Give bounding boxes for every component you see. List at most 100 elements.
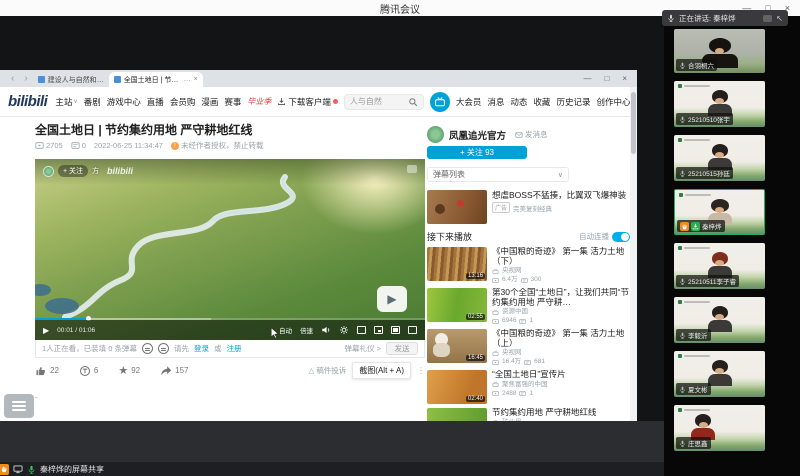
- link-history[interactable]: 历史记录: [556, 96, 590, 108]
- login-link[interactable]: 登录: [194, 343, 209, 354]
- notification-dot: [333, 99, 338, 104]
- nav-game-center[interactable]: 游戏中心: [107, 96, 141, 108]
- browser-close-button[interactable]: ×: [622, 74, 627, 83]
- participant-name: 庄思鑫: [688, 438, 708, 448]
- like-button[interactable]: 22: [35, 365, 59, 377]
- ad-desc: 完美复刻经典: [513, 203, 552, 213]
- video-thumbnail[interactable]: [427, 408, 487, 421]
- more-menu-icon[interactable]: ⋮: [417, 366, 425, 375]
- watching-status: 1人正在看，已装填 0 条弹幕: [42, 343, 137, 354]
- link-favorites[interactable]: 收藏: [533, 96, 550, 108]
- browser-back-icon[interactable]: ‹: [6, 73, 19, 84]
- danmaku-style-icon[interactable]: [142, 343, 153, 354]
- video-thumbnail[interactable]: 16:45: [427, 329, 487, 363]
- participant-tile[interactable]: 夏文彬: [674, 351, 765, 397]
- nav-shop[interactable]: 会员购: [170, 96, 196, 108]
- search-input[interactable]: 人与自然: [344, 94, 424, 110]
- link-creator-center[interactable]: 创作中心: [596, 96, 630, 108]
- web-fullscreen-icon[interactable]: [391, 326, 400, 334]
- related-video-item[interactable]: 13:16 《中国粮的奇迹》 第一集 活力土地（下） 央视网 6.4万 300: [427, 247, 630, 284]
- nav-comic[interactable]: 漫画: [201, 96, 218, 108]
- mic-muted-icon: [679, 116, 686, 123]
- browser-tab-2-active[interactable]: 全国土地日 | 节约集约… … ×: [109, 72, 203, 87]
- big-play-button[interactable]: ▶: [377, 286, 407, 312]
- link-vip[interactable]: 大会员: [456, 96, 482, 108]
- nav-esports[interactable]: 赛事: [224, 96, 241, 108]
- page-scrollbar[interactable]: [630, 87, 637, 421]
- bilibili-logo[interactable]: bilibili: [8, 93, 47, 110]
- tab-close-icon[interactable]: ×: [194, 76, 198, 83]
- related-video-item[interactable]: 02:40 “全国土地日”宣传片 聚焦富强的中国 2488 1: [427, 370, 630, 404]
- danmaku-list-float-button[interactable]: [4, 394, 34, 418]
- nav-main[interactable]: 主站∨: [55, 96, 77, 108]
- stage-bottom-band: 秦梓烨的屏幕共享: [0, 421, 664, 476]
- link-messages[interactable]: 消息: [487, 96, 504, 108]
- speed-button[interactable]: 倍速: [300, 325, 313, 335]
- browser-minimize-button[interactable]: —: [583, 74, 591, 83]
- uploader-avatar[interactable]: [427, 126, 444, 143]
- autoplay-toggle[interactable]: [612, 232, 630, 242]
- share-icon: [160, 365, 172, 377]
- video-thumbnail[interactable]: 02:55: [427, 288, 487, 322]
- browser-restore-button[interactable]: □: [604, 74, 609, 83]
- participant-tile[interactable]: 25210510张宇: [674, 81, 765, 127]
- danmaku-font-icon[interactable]: [158, 343, 169, 354]
- danmaku-settings-icon[interactable]: [339, 325, 349, 335]
- browser-tab-1[interactable]: 建设人与自然和谐共生的现代化: [33, 72, 109, 87]
- participant-tile-speaking[interactable]: 秦梓烨: [674, 189, 765, 235]
- player-corner-icon[interactable]: [407, 165, 417, 173]
- participant-tile[interactable]: 合羽桐六: [674, 29, 765, 73]
- browser-forward-icon[interactable]: ›: [19, 73, 32, 84]
- favorite-button[interactable]: ★ 92: [118, 366, 140, 375]
- screenshot-tooltip[interactable]: 截图(Alt + A): [352, 362, 411, 379]
- related-video-item[interactable]: 16:45 《中国粮的奇迹》 第一集 活力土地（上） 央视网 16.4万 681: [427, 329, 630, 366]
- uploader-name[interactable]: 凤凰追光官方: [449, 128, 506, 142]
- nav-live[interactable]: 直播: [147, 96, 164, 108]
- send-message-link[interactable]: 发消息: [515, 129, 548, 140]
- send-danmaku-button[interactable]: 发送: [386, 342, 418, 355]
- user-avatar[interactable]: [430, 92, 450, 112]
- uploader-name-fragment: 方: [92, 166, 99, 176]
- danmaku-count-icon: [519, 318, 526, 325]
- uploader-avatar[interactable]: [43, 166, 54, 177]
- participant-name: 夏文彬: [688, 384, 708, 394]
- tab-more-icon[interactable]: …: [184, 76, 191, 83]
- promo-badge[interactable]: 毕业季: [247, 96, 271, 107]
- participant-tile[interactable]: 25210511李子睿: [674, 243, 765, 289]
- scrollbar-thumb[interactable]: [631, 92, 636, 154]
- link-feed[interactable]: 动态: [510, 96, 527, 108]
- widescreen-icon[interactable]: [374, 326, 383, 334]
- participant-tile[interactable]: 李毅沂: [674, 297, 765, 343]
- player-top-overlay: + 关注 方 bilibili: [43, 165, 133, 177]
- virtual-background-logo: [678, 408, 710, 412]
- share-button[interactable]: 157: [160, 365, 188, 377]
- danmaku-list-panel[interactable]: 弹幕列表 ∨: [427, 167, 569, 182]
- report-link[interactable]: △ 稿件投诉: [309, 365, 347, 376]
- register-link[interactable]: 注册: [227, 343, 242, 354]
- video-main-column: 全国土地日 | 节约集约用地 严守耕地红线 2705 0 2022-06-25 …: [35, 123, 425, 402]
- play-button[interactable]: ▶: [43, 326, 49, 335]
- ad-item[interactable]: 想虐BOSS不猛揍，比翼双飞爆神装 广告 完美复刻经典: [427, 190, 630, 224]
- related-video-item[interactable]: 节约集约用地 严守耕地红线 矿业界: [427, 408, 630, 421]
- collapse-sidebar-icon[interactable]: ↖: [776, 14, 783, 23]
- screen-share-icon: [13, 464, 23, 474]
- participant-name: 25210510张宇: [688, 114, 730, 124]
- video-player[interactable]: + 关注 方 bilibili ▶ ▶ 00: [35, 159, 425, 340]
- participant-tile[interactable]: 庄思鑫: [674, 405, 765, 451]
- video-thumbnail[interactable]: 13:16: [427, 247, 487, 281]
- pip-icon[interactable]: [357, 326, 366, 334]
- fullscreen-icon[interactable]: [408, 326, 417, 334]
- danmaku-etiquette-link[interactable]: 弹幕礼仪 >: [345, 343, 381, 354]
- participant-tile[interactable]: 25210515孙廷: [674, 135, 765, 181]
- follow-button[interactable]: + 关注 93: [427, 146, 527, 159]
- nav-anime[interactable]: 番剧: [84, 96, 101, 108]
- volume-icon[interactable]: [321, 325, 331, 335]
- coin-button[interactable]: 6: [79, 365, 98, 377]
- ad-title[interactable]: 想虐BOSS不猛揍，比翼双飞爆神装: [492, 190, 626, 200]
- download-client-link[interactable]: 下载客户端: [277, 96, 338, 108]
- player-follow-button[interactable]: + 关注: [58, 165, 88, 177]
- ad-thumbnail[interactable]: [427, 190, 487, 224]
- video-thumbnail[interactable]: 02:40: [427, 370, 487, 404]
- search-icon[interactable]: [408, 97, 418, 107]
- related-video-item[interactable]: 02:55 第30个全国“土地日”，让我们共同“节约集约用地 严守耕… 资源中国…: [427, 288, 630, 325]
